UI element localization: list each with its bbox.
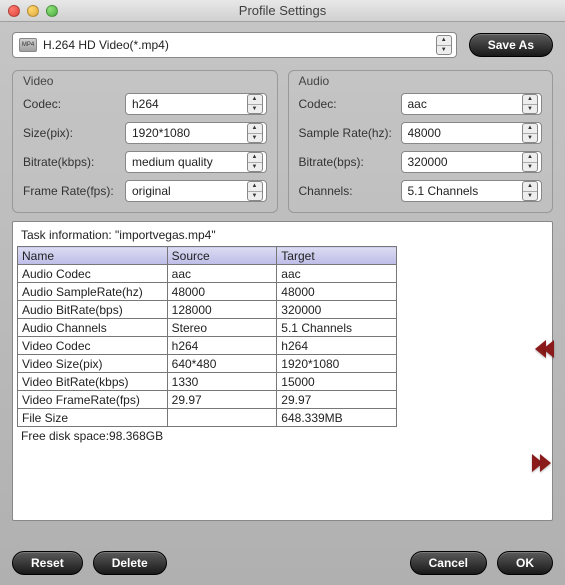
cell-target: h264 <box>277 337 397 355</box>
cell-source <box>167 409 277 427</box>
video-bitrate-stepper[interactable]: ▲▼ <box>247 152 263 172</box>
chevron-up-icon: ▲ <box>437 36 451 46</box>
audio-group-title: Audio <box>299 74 330 88</box>
cell-source: h264 <box>167 337 277 355</box>
save-as-button[interactable]: Save As <box>469 33 553 57</box>
table-row: Video Codech264h264 <box>18 337 397 355</box>
video-size-label: Size(pix): <box>23 126 125 140</box>
profile-select[interactable]: MP4 H.264 HD Video(*.mp4) ▲▼ <box>12 32 457 58</box>
cell-name: Video FrameRate(fps) <box>18 391 168 409</box>
video-bitrate-label: Bitrate(kbps): <box>23 155 125 169</box>
cell-target: 48000 <box>277 283 397 301</box>
table-row: File Size 648.339MB <box>18 409 397 427</box>
video-codec-label: Codec: <box>23 97 125 111</box>
audio-channels-stepper[interactable]: ▲▼ <box>522 181 538 201</box>
video-size-stepper[interactable]: ▲▼ <box>247 123 263 143</box>
cell-name: Audio Channels <box>18 319 168 337</box>
col-target-header: Target <box>277 247 397 265</box>
profile-stepper[interactable]: ▲▼ <box>436 35 452 55</box>
rewind-icon <box>543 340 554 358</box>
free-disk-space: Free disk space:98.368GB <box>17 427 548 445</box>
cell-source: 1330 <box>167 373 277 391</box>
audio-channels-combo[interactable]: 5.1 Channels▲▼ <box>401 180 543 202</box>
next-task-button[interactable] <box>535 454 563 472</box>
cell-source: 29.97 <box>167 391 277 409</box>
cell-name: Audio Codec <box>18 265 168 283</box>
cell-name: File Size <box>18 409 168 427</box>
cell-name: Video BitRate(kbps) <box>18 373 168 391</box>
task-info-table: Name Source Target Audio CodecaacaacAudi… <box>17 246 397 427</box>
table-row: Audio SampleRate(hz)4800048000 <box>18 283 397 301</box>
cell-source: aac <box>167 265 277 283</box>
cell-source: Stereo <box>167 319 277 337</box>
profile-select-label: H.264 HD Video(*.mp4) <box>43 38 430 52</box>
video-size-combo[interactable]: 1920*1080▲▼ <box>125 122 267 144</box>
audio-channels-label: Channels: <box>299 184 401 198</box>
cell-target: 29.97 <box>277 391 397 409</box>
video-group-title: Video <box>23 74 53 88</box>
audio-bitrate-label: Bitrate(bps): <box>299 155 401 169</box>
video-framerate-combo[interactable]: original▲▼ <box>125 180 267 202</box>
table-row: Audio ChannelsStereo5.1 Channels <box>18 319 397 337</box>
col-name-header: Name <box>18 247 168 265</box>
task-info-panel: Task information: "importvegas.mp4" Name… <box>12 221 553 521</box>
cell-target: 320000 <box>277 301 397 319</box>
cell-name: Video Codec <box>18 337 168 355</box>
video-codec-combo[interactable]: h264▲▼ <box>125 93 267 115</box>
cell-target: 5.1 Channels <box>277 319 397 337</box>
cancel-button[interactable]: Cancel <box>410 551 487 575</box>
audio-codec-combo[interactable]: aac▲▼ <box>401 93 543 115</box>
video-group: Video Codec: h264▲▼ Size(pix): 1920*1080… <box>12 70 278 213</box>
prev-task-button[interactable] <box>535 340 563 358</box>
table-row: Video FrameRate(fps)29.9729.97 <box>18 391 397 409</box>
audio-codec-stepper[interactable]: ▲▼ <box>522 94 538 114</box>
delete-button[interactable]: Delete <box>93 551 167 575</box>
audio-codec-label: Codec: <box>299 97 401 111</box>
audio-samplerate-combo[interactable]: 48000▲▼ <box>401 122 543 144</box>
cell-source: 48000 <box>167 283 277 301</box>
cell-target: 1920*1080 <box>277 355 397 373</box>
video-framerate-label: Frame Rate(fps): <box>23 184 125 198</box>
audio-samplerate-stepper[interactable]: ▲▼ <box>522 123 538 143</box>
task-info-title: Task information: "importvegas.mp4" <box>17 226 548 246</box>
table-row: Audio Codecaacaac <box>18 265 397 283</box>
video-codec-stepper[interactable]: ▲▼ <box>247 94 263 114</box>
reset-button[interactable]: Reset <box>12 551 83 575</box>
chevron-down-icon: ▼ <box>437 46 451 55</box>
audio-bitrate-stepper[interactable]: ▲▼ <box>522 152 538 172</box>
audio-samplerate-label: Sample Rate(hz): <box>299 126 401 140</box>
cell-name: Audio SampleRate(hz) <box>18 283 168 301</box>
audio-group: Audio Codec: aac▲▼ Sample Rate(hz): 4800… <box>288 70 554 213</box>
audio-bitrate-combo[interactable]: 320000▲▼ <box>401 151 543 173</box>
mp4-icon: MP4 <box>19 38 37 52</box>
cell-target: 648.339MB <box>277 409 397 427</box>
video-framerate-stepper[interactable]: ▲▼ <box>247 181 263 201</box>
cell-name: Audio BitRate(bps) <box>18 301 168 319</box>
titlebar: Profile Settings <box>0 0 565 22</box>
table-row: Video BitRate(kbps)133015000 <box>18 373 397 391</box>
video-bitrate-combo[interactable]: medium quality▲▼ <box>125 151 267 173</box>
cell-source: 640*480 <box>167 355 277 373</box>
window-title: Profile Settings <box>0 3 565 18</box>
cell-name: Video Size(pix) <box>18 355 168 373</box>
ok-button[interactable]: OK <box>497 551 553 575</box>
col-source-header: Source <box>167 247 277 265</box>
cell-target: 15000 <box>277 373 397 391</box>
cell-source: 128000 <box>167 301 277 319</box>
table-row: Video Size(pix)640*4801920*1080 <box>18 355 397 373</box>
cell-target: aac <box>277 265 397 283</box>
forward-icon <box>540 454 551 472</box>
table-row: Audio BitRate(bps)128000320000 <box>18 301 397 319</box>
